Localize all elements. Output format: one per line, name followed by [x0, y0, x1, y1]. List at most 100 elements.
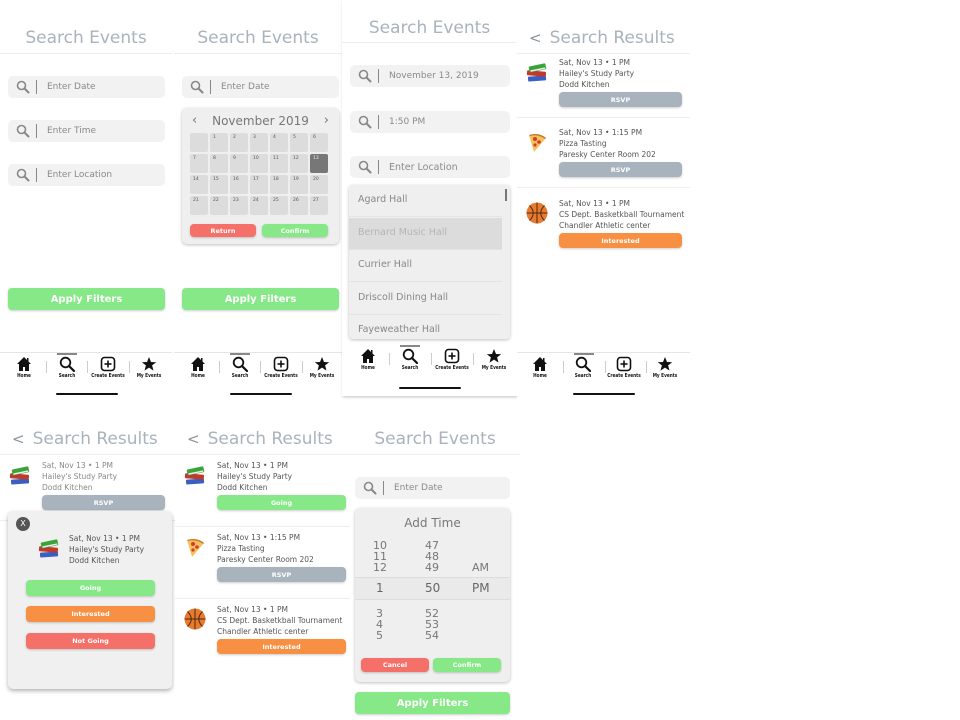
- date-field[interactable]: November 13, 2019: [350, 65, 510, 87]
- calendar-day[interactable]: 6: [310, 133, 328, 152]
- nav-home[interactable]: Home: [4, 356, 44, 379]
- period-option[interactable]: AM: [472, 562, 489, 573]
- calendar-day[interactable]: 8: [210, 154, 228, 173]
- chevron-right-icon[interactable]: ›: [324, 113, 329, 128]
- rsvp-button[interactable]: RSVP: [559, 162, 682, 177]
- going-button[interactable]: Going: [26, 580, 155, 596]
- rsvp-button[interactable]: RSVP: [42, 495, 165, 510]
- location-option[interactable]: Currier Hall: [349, 250, 502, 282]
- calendar-day[interactable]: 15: [210, 175, 228, 194]
- location-option[interactable]: Agard Hall: [349, 185, 502, 217]
- date-field[interactable]: Enter Date: [182, 76, 339, 98]
- hour-selected[interactable]: 1: [376, 582, 384, 594]
- hour-option[interactable]: 5: [376, 630, 383, 641]
- minute-option[interactable]: 54: [425, 630, 439, 641]
- time-value: 1:50 PM: [389, 117, 426, 127]
- chevron-left-icon[interactable]: <: [12, 430, 25, 448]
- calendar-day[interactable]: 13: [310, 154, 328, 173]
- going-button[interactable]: Going: [217, 495, 346, 510]
- not-going-button[interactable]: Not Going: [26, 633, 155, 649]
- calendar-day[interactable]: 9: [230, 154, 248, 173]
- calendar-grid: 1 2 3 4 5 6 7 8 9 10 11 12 13 14 15 16 17 18 19 20 21 22 23 24 2…: [190, 133, 328, 215]
- calendar-day[interactable]: 24: [250, 196, 268, 215]
- nav-my-events[interactable]: My Events: [474, 348, 514, 371]
- calendar-day[interactable]: 12: [290, 154, 308, 173]
- scrollbar[interactable]: [505, 189, 507, 201]
- search-icon: [402, 348, 418, 364]
- title-divider: [0, 53, 172, 54]
- location-field[interactable]: Enter Location: [8, 164, 165, 186]
- nav-my-events[interactable]: My Events: [645, 356, 685, 379]
- interested-button[interactable]: Interested: [559, 233, 682, 248]
- calendar-day[interactable]: 20: [310, 175, 328, 194]
- confirm-button[interactable]: Confirm: [262, 224, 328, 237]
- nav-search[interactable]: Search: [47, 356, 87, 379]
- calendar-day[interactable]: 23: [230, 196, 248, 215]
- search-icon: [358, 160, 372, 174]
- nav-create-events[interactable]: Create Events: [604, 356, 644, 379]
- calendar-day[interactable]: 3: [250, 133, 268, 152]
- time-field[interactable]: 1:50 PM: [350, 111, 510, 133]
- date-field[interactable]: Enter Date: [355, 477, 510, 499]
- calendar-day[interactable]: 17: [250, 175, 268, 194]
- calendar-day[interactable]: 4: [270, 133, 288, 152]
- interested-button[interactable]: Interested: [26, 606, 155, 622]
- nav-my-events[interactable]: My Events: [129, 356, 169, 379]
- calendar-day[interactable]: 1: [210, 133, 228, 152]
- nav-search[interactable]: Search: [563, 356, 603, 379]
- home-indicator: [399, 387, 461, 389]
- calendar-day[interactable]: 19: [290, 175, 308, 194]
- minute-option[interactable]: 49: [425, 562, 439, 573]
- nav-create-events[interactable]: Create Events: [432, 348, 472, 371]
- page-title: Search Events: [197, 28, 319, 48]
- location-option[interactable]: Fayeweather Hall: [349, 315, 502, 339]
- close-icon[interactable]: X: [16, 517, 30, 531]
- chevron-left-icon[interactable]: <: [187, 430, 200, 448]
- calendar-day[interactable]: 22: [210, 196, 228, 215]
- return-button[interactable]: Return: [190, 224, 256, 237]
- results-header: < Search Results: [12, 429, 158, 449]
- date-field[interactable]: Enter Date: [8, 76, 165, 98]
- nav-search[interactable]: Search: [220, 356, 260, 379]
- calendar-day[interactable]: 7: [190, 154, 208, 173]
- nav-create-events[interactable]: Create Events: [88, 356, 128, 379]
- nav-home[interactable]: Home: [178, 356, 218, 379]
- nav-home[interactable]: Home: [348, 348, 388, 371]
- hour-option[interactable]: 12: [373, 562, 387, 573]
- event-item: Sat, Nov 13 • 1 PM CS Dept. Basketkball …: [175, 601, 350, 665]
- nav-create-events[interactable]: Create Events: [261, 356, 301, 379]
- calendar-day[interactable]: 27: [310, 196, 328, 215]
- location-dropdown: Agard Hall Bernard Music Hall Currier Hall…: [349, 185, 510, 339]
- calendar-day[interactable]: 25: [270, 196, 288, 215]
- cancel-button[interactable]: Cancel: [361, 658, 429, 672]
- location-option[interactable]: Bernard Music Hall: [349, 217, 502, 250]
- calendar-day[interactable]: 16: [230, 175, 248, 194]
- minute-selected[interactable]: 50: [425, 582, 440, 594]
- bottom-nav: Home Search Create Events My Events: [342, 345, 517, 389]
- calendar-day[interactable]: 14: [190, 175, 208, 194]
- calendar-day[interactable]: 26: [290, 196, 308, 215]
- calendar-day[interactable]: 10: [250, 154, 268, 173]
- calendar-day[interactable]: 2: [230, 133, 248, 152]
- period-selected[interactable]: PM: [472, 582, 490, 594]
- calendar-day[interactable]: 18: [270, 175, 288, 194]
- calendar-day[interactable]: 21: [190, 196, 208, 215]
- calendar-day[interactable]: 5: [290, 133, 308, 152]
- apply-filters-button[interactable]: Apply Filters: [8, 288, 165, 310]
- rsvp-button[interactable]: RSVP: [217, 567, 346, 582]
- modal-event-info: Sat, Nov 13 • 1 PM Hailey's Study Party …: [69, 534, 145, 565]
- nav-home[interactable]: Home: [520, 356, 560, 379]
- time-field[interactable]: Enter Time: [8, 120, 165, 142]
- chevron-left-icon[interactable]: <: [529, 29, 542, 47]
- calendar-day[interactable]: 11: [270, 154, 288, 173]
- confirm-button[interactable]: Confirm: [433, 658, 501, 672]
- apply-filters-button[interactable]: Apply Filters: [355, 692, 510, 714]
- nav-my-events[interactable]: My Events: [302, 356, 342, 379]
- rsvp-button[interactable]: RSVP: [559, 92, 682, 107]
- location-option[interactable]: Driscoll Dining Hall: [349, 283, 502, 315]
- location-field[interactable]: Enter Location: [350, 156, 510, 178]
- books-icon: [37, 536, 61, 560]
- apply-filters-button[interactable]: Apply Filters: [182, 288, 339, 310]
- interested-button[interactable]: Interested: [217, 639, 346, 654]
- nav-search[interactable]: Search: [390, 348, 430, 371]
